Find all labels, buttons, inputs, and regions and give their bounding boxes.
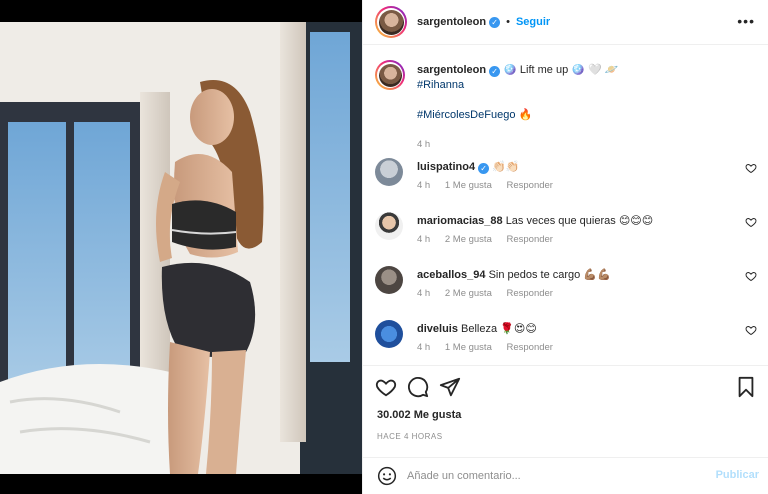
commenter-avatar[interactable] (375, 158, 403, 186)
like-comment-heart-icon[interactable] (745, 162, 757, 174)
commenter-avatar[interactable] (375, 212, 403, 240)
comment-time: 4 h (417, 180, 431, 191)
reply-button[interactable]: Responder (507, 180, 553, 191)
post-photo[interactable] (0, 0, 362, 494)
caption-avatar[interactable] (375, 60, 405, 90)
comment-text-block: aceballos_94 Sin pedos te cargo 💪🏽💪🏽 (417, 268, 747, 283)
verified-badge-icon: ✓ (478, 163, 490, 174)
like-comment-heart-icon[interactable] (745, 324, 757, 336)
commenter-avatar[interactable] (375, 320, 403, 348)
comment-text: Sin pedos te cargo 💪🏽💪🏽 (488, 269, 611, 281)
post-age: HACE 4 HORAS (377, 432, 443, 441)
instagram-post-view: sargentoleon ✓ • Seguir ••• sargentoleon… (0, 0, 768, 494)
comment-composer: Publicar (363, 457, 768, 494)
comment-row: aceballos_94 Sin pedos te cargo 💪🏽💪🏽 4 h… (375, 266, 765, 306)
comment-meta: 4 h 2 Me gusta Responder (417, 288, 565, 299)
comment-likes[interactable]: 1 Me gusta (445, 342, 492, 353)
comment-row: luispatino4 ✓ 👏🏻👏🏻 4 h 1 Me gusta Respond… (375, 158, 765, 198)
comment-time: 4 h (417, 288, 431, 299)
follow-button[interactable]: Seguir (516, 16, 550, 28)
like-heart-icon[interactable] (375, 376, 397, 398)
post-header: sargentoleon ✓ • Seguir ••• (363, 0, 768, 45)
author-avatar[interactable] (375, 6, 407, 38)
author-username[interactable]: sargentoleon (417, 16, 486, 28)
post-image (0, 22, 362, 474)
reply-button[interactable]: Responder (507, 234, 553, 245)
commenter-avatar[interactable] (375, 266, 403, 294)
separator-dot: • (506, 16, 510, 28)
comment-likes[interactable]: 1 Me gusta (445, 180, 492, 191)
commenter-username[interactable]: aceballos_94 (417, 269, 486, 281)
hashtag-rihanna[interactable]: #Rihanna (417, 79, 464, 91)
comment-text-block: diveluis Belleza 🌹😍😊 (417, 322, 747, 337)
comment-meta: 4 h 2 Me gusta Responder (417, 234, 565, 245)
comment-row: diveluis Belleza 🌹😍😊 4 h 1 Me gusta Resp… (375, 320, 765, 360)
comment-time: 4 h (417, 342, 431, 353)
comment-meta: 4 h 1 Me gusta Responder (417, 180, 565, 191)
like-comment-heart-icon[interactable] (745, 270, 757, 282)
comment-time: 4 h (417, 234, 431, 245)
commenter-username[interactable]: luispatino4 (417, 161, 475, 173)
commenter-username[interactable]: mariomacias_88 (417, 215, 503, 227)
commenter-username[interactable]: diveluis (417, 323, 458, 335)
caption-text: 🪩 Lift me up 🪩 🤍 🪐 (503, 64, 619, 76)
reply-button[interactable]: Responder (507, 342, 553, 353)
comment-likes[interactable]: 2 Me gusta (445, 234, 492, 245)
caption-time: 4 h (417, 139, 442, 150)
share-paper-plane-icon[interactable] (439, 376, 461, 398)
comment-input[interactable] (407, 466, 707, 486)
more-options-icon[interactable]: ••• (737, 13, 755, 29)
comment-text: Belleza 🌹😍😊 (461, 323, 537, 335)
comment-text: 👏🏻👏🏻 (492, 161, 520, 173)
emoji-picker-icon[interactable] (377, 466, 397, 486)
comment-likes[interactable]: 2 Me gusta (445, 288, 492, 299)
hashtag-miercolesdefuego[interactable]: #MiércolesDeFuego (417, 109, 515, 121)
likes-count[interactable]: 30.002 Me gusta (377, 409, 461, 421)
verified-badge-icon: ✓ (489, 16, 501, 28)
comments-list[interactable]: sargentoleon ✓ 🪩 Lift me up 🪩 🤍 🪐 #Rihann… (363, 46, 768, 364)
reply-button[interactable]: Responder (507, 288, 553, 299)
comment-meta: 4 h 1 Me gusta Responder (417, 342, 565, 353)
caption-username[interactable]: sargentoleon (417, 64, 486, 76)
comment-text-block: luispatino4 ✓ 👏🏻👏🏻 (417, 160, 747, 175)
comment-text-block: mariomacias_88 Las veces que quieras 😊😊😊 (417, 214, 747, 229)
caption-row: sargentoleon ✓ 🪩 Lift me up 🪩 🤍 🪐 #Rihann… (375, 60, 765, 150)
fire-emoji: 🔥 (518, 109, 533, 121)
save-bookmark-icon[interactable] (735, 376, 757, 398)
caption-time-label: 4 h (417, 139, 431, 150)
post-actions: 30.002 Me gusta HACE 4 HORAS Publicar (363, 365, 768, 493)
like-comment-heart-icon[interactable] (745, 216, 757, 228)
verified-badge-icon: ✓ (489, 66, 501, 77)
comment-text: Las veces que quieras 😊😊😊 (505, 215, 654, 227)
comment-bubble-icon[interactable] (407, 376, 429, 398)
comment-row: mariomacias_88 Las veces que quieras 😊😊😊… (375, 212, 765, 252)
caption-text-block: sargentoleon ✓ 🪩 Lift me up 🪩 🤍 🪐 #Rihann… (417, 63, 747, 123)
publish-button[interactable]: Publicar (716, 469, 759, 481)
post-sidebar: sargentoleon ✓ • Seguir ••• sargentoleon… (362, 0, 768, 494)
